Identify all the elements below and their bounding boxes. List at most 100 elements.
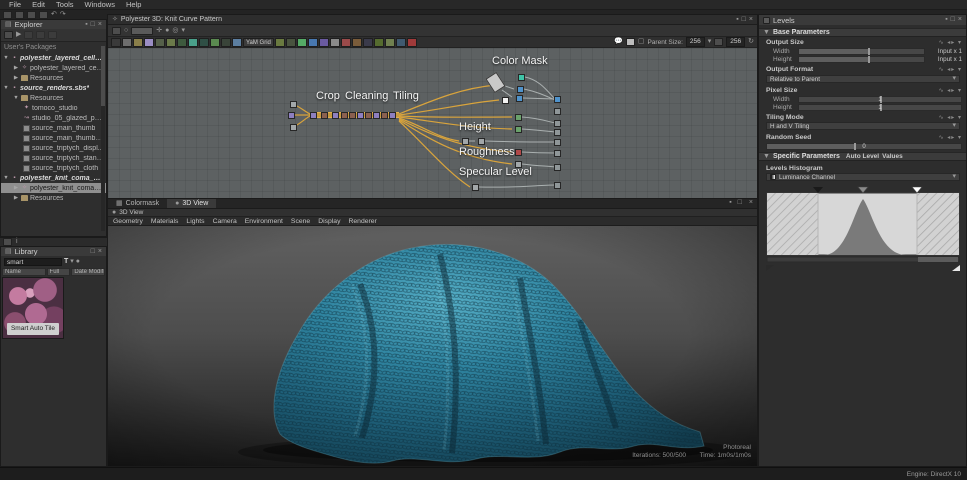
tab-3d-view[interactable]: ● 3D View [167,199,216,208]
node-chip[interactable] [275,38,285,47]
column-date-modified[interactable]: Date Modified [71,268,105,276]
output-node[interactable] [554,108,561,115]
panel-close-icon[interactable]: × [749,199,753,208]
filter-icon[interactable]: T [64,258,68,266]
chevron-right-icon[interactable]: ▶ [13,75,19,81]
node-chip[interactable] [297,38,307,47]
graph-node-colormask[interactable] [502,97,509,104]
graph-node[interactable] [381,112,388,119]
panel-pin-icon[interactable]: ▪ [85,21,87,29]
node-chip-labeled[interactable]: YaM Grid [243,38,274,47]
node-chip[interactable] [221,38,231,47]
graph-node[interactable] [515,114,522,121]
import-icon[interactable] [36,31,45,39]
explorer-scrollbar[interactable] [101,46,105,231]
base-parameters-header[interactable]: ▼ Base Parameters [759,28,966,37]
graph-node-height[interactable] [462,138,469,145]
auto-level-button[interactable]: Auto Level [846,153,879,160]
node-chip[interactable] [166,38,176,47]
graph-node[interactable] [332,112,339,119]
tree-item-package[interactable]: ▼▪ source_renders.sbs* [1,83,106,93]
output-format-dropdown[interactable]: Relative to Parent ▾ [766,75,960,83]
output-node[interactable] [554,120,561,127]
tree-item-resources[interactable]: ▶ Resources [1,193,106,203]
height-value[interactable]: Input x 1 [928,56,962,63]
graph-node[interactable] [373,112,380,119]
output-node[interactable] [554,164,561,171]
graph-node[interactable] [310,112,317,119]
menu-materials[interactable]: Materials [151,218,179,225]
chevron-down-icon[interactable]: ▾ [708,38,712,46]
graph-node-height[interactable] [478,138,485,145]
menu-windows[interactable]: Windows [80,0,120,10]
menu-tools[interactable]: Tools [51,0,79,10]
column-name[interactable]: Name [2,268,46,276]
width-value[interactable]: Input x 1 [928,48,962,55]
graph-node[interactable] [341,112,348,119]
node-chip[interactable] [363,38,373,47]
chevron-down-icon[interactable]: ▼ [3,85,9,91]
node-chip[interactable] [188,38,198,47]
view-mode-icon[interactable]: ● [76,258,80,266]
graph-node-roughness[interactable] [515,149,522,156]
node-chip[interactable] [144,38,154,47]
graph-node-specular[interactable] [472,184,479,191]
graph-node[interactable] [288,112,295,119]
node-chip[interactable] [396,38,406,47]
chevron-down-icon[interactable]: ▼ [3,55,9,61]
panel-float-icon[interactable]: □ [742,16,746,24]
checkbox-icon[interactable]: ▢ [638,38,645,46]
secondary-size-value[interactable]: 256 [726,37,745,47]
chevron-down-icon[interactable]: ▼ [13,95,19,101]
folder-icon[interactable] [3,238,12,246]
levels-histogram-widget[interactable] [766,185,960,273]
parameter-options-icons[interactable]: ∿ ◂▸ ▾ [939,66,962,73]
graph-node[interactable] [321,112,328,119]
panel-float-icon[interactable]: □ [91,21,95,29]
graph-node[interactable] [357,112,364,119]
node-chip[interactable] [122,38,132,47]
swatch-icon[interactable] [626,38,635,46]
refresh-icon[interactable]: ↻ [748,38,754,46]
output-node[interactable] [554,139,561,146]
link-icon[interactable] [24,31,33,39]
open-file-icon[interactable] [15,11,24,19]
node-chip[interactable] [210,38,220,47]
parameter-options-icons[interactable]: ∿ ◂▸ ▾ [939,114,962,121]
values-button[interactable]: Values [882,153,903,160]
pixel-width-slider[interactable]: 1 [798,96,962,103]
node-chip[interactable] [133,38,143,47]
panel-close-icon[interactable]: × [958,16,962,24]
panel-pin-icon[interactable]: ▪ [729,199,731,208]
tree-item-resource[interactable]: source_triptych_stand... [1,153,106,163]
panel-float-icon[interactable]: □ [951,16,955,24]
search-input[interactable] [4,258,62,266]
tree-item-package[interactable]: ▼▪ polyester_layered_cell_me... [1,53,106,63]
properties-header[interactable]: Levels ▪ □ × [759,15,966,25]
panel-close-icon[interactable]: × [98,248,102,256]
graph-node[interactable] [389,112,396,119]
graph-node[interactable] [290,124,297,131]
new-file-icon[interactable] [3,11,12,19]
settings-icon[interactable]: ◎ [172,27,178,35]
color-picker-icon[interactable]: ● [165,27,169,35]
panel-pin-icon[interactable]: ▪ [736,16,738,24]
menu-edit[interactable]: Edit [27,0,50,10]
save-all-icon[interactable] [39,11,48,19]
channel-dropdown[interactable]: Luminance Channel ▾ [766,173,960,181]
menu-environment[interactable]: Environment [245,218,283,225]
parameter-options-icons[interactable]: ∿ ◂▸ ▾ [939,134,962,141]
tree-item-resource[interactable]: ✦ tomoco_studio [1,103,106,113]
active-tool-button[interactable] [131,27,153,35]
menu-camera[interactable]: Camera [213,218,237,225]
specific-parameters-header[interactable]: ▼ Specific Parameters Auto Level Values [759,152,966,161]
chevron-down-icon[interactable]: ▼ [3,175,9,181]
node-chip[interactable] [385,38,395,47]
output-node[interactable] [554,96,561,103]
panel-close-icon[interactable]: × [98,21,102,29]
tree-item-graph-selected[interactable]: ▶✧ polyester_knit_coma_patt [1,183,106,193]
graph-node[interactable] [349,112,356,119]
panel-close-icon[interactable]: × [749,16,753,24]
graph-node-colormask[interactable] [518,74,525,81]
parameter-options-icons[interactable]: ∿ ◂▸ ▾ [939,39,962,46]
